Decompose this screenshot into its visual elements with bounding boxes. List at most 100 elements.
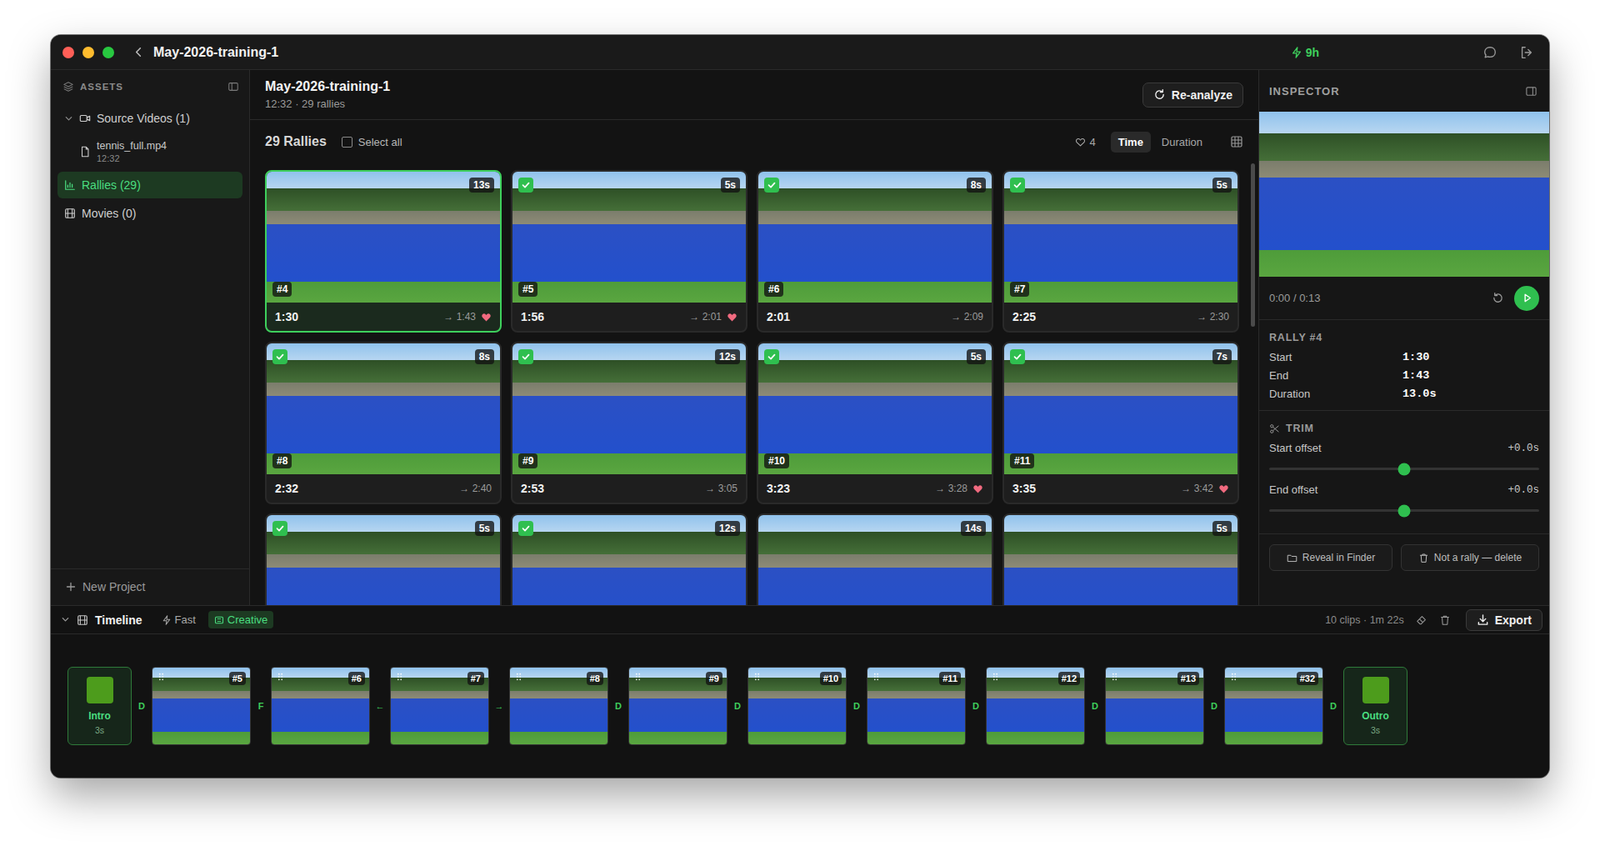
heart-icon[interactable] [480,311,492,323]
eraser-icon[interactable] [1415,614,1428,626]
drag-handle-icon[interactable] [158,672,165,681]
trim-slider[interactable] [1269,509,1540,512]
rally-card[interactable]: 12s#92:53→ 3:05 [510,341,748,505]
export-button[interactable]: Export [1465,609,1543,631]
sort-option[interactable]: Duration [1154,131,1210,153]
slider-thumb[interactable] [1398,504,1411,517]
duration-badge: 5s [966,349,986,365]
rally-card[interactable]: 14s [756,513,994,605]
play-icon [1520,291,1534,305]
panel-toggle-icon[interactable] [1525,85,1538,98]
reanalyze-button[interactable]: Re-analyze [1142,82,1244,108]
timeline-clip[interactable]: #32 [1224,666,1324,745]
timeline-clip[interactable]: #12 [985,666,1085,745]
collapse-chevron-icon[interactable] [60,615,70,625]
timeline-clip[interactable]: #5 [151,666,251,745]
zoom-button[interactable] [102,46,115,59]
checked-checkbox[interactable] [764,177,780,193]
transition-marker[interactable]: D [846,700,867,711]
timeline-clip[interactable]: #13 [1105,666,1205,745]
play-button[interactable] [1514,285,1540,311]
heart-icon[interactable] [1218,483,1230,495]
drag-handle-icon[interactable] [754,672,760,681]
rally-card[interactable]: 5s [265,513,502,605]
logout-icon[interactable] [1519,45,1535,60]
action-button[interactable]: Reveal in Finder [1269,544,1393,571]
minimize-button[interactable] [82,46,95,59]
rally-card[interactable]: 5s#103:23→ 3:28 [756,341,994,505]
transition-marker[interactable]: D [1085,700,1105,711]
rally-card[interactable]: 8s#82:32→ 2:40 [265,341,502,505]
grid-view-icon[interactable] [1230,135,1244,149]
timeline-clip[interactable]: #7 [390,666,490,745]
drag-handle-icon[interactable] [277,672,284,681]
credits-indicator[interactable]: 9h [1290,45,1320,60]
sidebar-item[interactable]: Movies (0) [57,200,243,227]
rally-card[interactable]: 5s#72:25→ 2:30 [1002,170,1240,333]
timeline-clip[interactable]: #11 [866,666,966,745]
transition-marker[interactable]: → [489,700,510,711]
sidebar-item[interactable]: tennis_full.mp412:32 [57,133,243,170]
sort-option[interactable]: Time [1110,131,1151,153]
rally-card[interactable]: 5s [1002,513,1240,605]
timeline-clip[interactable]: #8 [509,666,609,745]
transition-marker[interactable]: F [250,700,271,711]
checked-checkbox[interactable] [764,349,780,365]
transition-marker[interactable]: D [131,700,152,711]
checked-checkbox[interactable] [518,177,534,193]
checked-checkbox[interactable] [518,349,534,365]
bookend-clip[interactable]: Outro3s [1343,666,1408,745]
rally-card[interactable]: 5s#51:56→ 2:01 [510,170,748,333]
rally-thumbnail: 7s#11 [1004,343,1238,475]
heart-icon[interactable] [972,483,984,495]
rally-card[interactable]: 8s#62:01→ 2:09 [756,170,994,333]
sidebar-item[interactable]: Source Videos (1) [57,105,243,132]
drag-handle-icon[interactable] [515,672,522,681]
close-button[interactable] [62,46,75,59]
checked-checkbox[interactable] [1010,349,1025,365]
replay-icon[interactable] [1491,291,1505,305]
trash-icon[interactable] [1439,614,1451,626]
checked-checkbox[interactable] [518,520,534,536]
collapse-sidebar-icon[interactable] [227,80,240,93]
drag-handle-icon[interactable] [992,672,999,681]
rally-card[interactable]: 12s [510,513,748,605]
timeline-clip[interactable]: #9 [628,666,728,745]
checked-checkbox[interactable] [1010,177,1025,193]
drag-handle-icon[interactable] [1230,672,1237,681]
drag-handle-icon[interactable] [873,672,880,681]
timeline-mode[interactable]: Fast [155,610,202,629]
heart-icon[interactable] [726,311,738,323]
transition-marker[interactable]: D [608,700,629,711]
transition-marker[interactable]: D [727,700,748,711]
transition-marker[interactable]: D [965,700,986,711]
timeline-clip[interactable]: #10 [747,666,847,745]
drag-handle-icon[interactable] [635,672,641,681]
chat-bubble-icon[interactable] [1482,45,1498,60]
field-value: 1:43 [1402,369,1540,382]
slider-thumb[interactable] [1398,462,1411,475]
rally-card[interactable]: 7s#113:35→ 3:42 [1002,341,1240,505]
new-project-button[interactable]: New Project [50,568,250,605]
action-button[interactable]: Not a rally — delete [1400,544,1540,571]
bookend-clip[interactable]: Intro3s [67,666,132,745]
drag-handle-icon[interactable] [396,672,403,681]
transition-marker[interactable]: D [1323,700,1344,711]
expand-chevron-icon[interactable] [64,114,74,124]
timeline-mode[interactable]: Creative [208,610,274,629]
trim-slider[interactable] [1269,467,1540,470]
select-all-checkbox[interactable]: Select all [341,135,403,149]
clip-number-badge: #7 [467,671,485,685]
checked-checkbox[interactable] [272,349,288,365]
rally-card[interactable]: 13s#41:30→ 1:43 [265,170,502,333]
transition-marker[interactable]: ← [370,700,390,711]
favorites-filter[interactable]: 4 [1075,135,1096,149]
back-chevron-icon[interactable] [132,45,145,59]
sidebar-item[interactable]: Rallies (29) [57,171,243,199]
transition-marker[interactable]: D [1204,700,1225,711]
scrollbar[interactable] [1250,163,1255,327]
checked-checkbox[interactable] [272,520,288,536]
timeline-clip[interactable]: #6 [270,666,370,745]
video-preview[interactable] [1259,111,1550,277]
drag-handle-icon[interactable] [1111,672,1118,681]
